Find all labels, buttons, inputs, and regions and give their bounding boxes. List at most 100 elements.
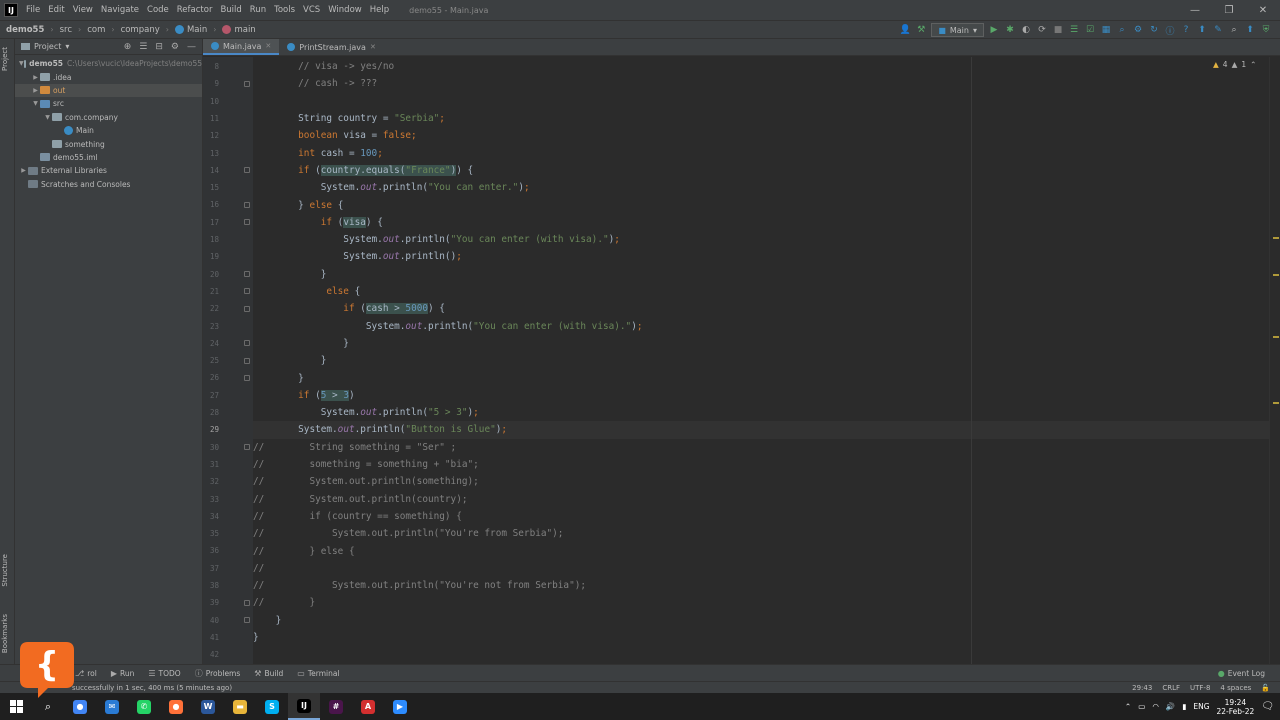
line-number[interactable]: 13 <box>203 145 219 162</box>
line-number[interactable]: 19 <box>203 248 219 265</box>
inspection-widget[interactable]: ▲ 4 ▲ 1 ⌃ <box>1213 60 1256 69</box>
taskbar-app[interactable]: A <box>352 693 384 720</box>
collapse-all-icon[interactable]: ⊟ <box>155 42 163 52</box>
menu-code[interactable]: Code <box>143 5 173 15</box>
checkbox-icon[interactable]: ☑ <box>1084 24 1096 36</box>
code-line[interactable]: // if (country == something) { <box>253 508 462 525</box>
menu-tools[interactable]: Tools <box>270 5 299 15</box>
menu-view[interactable]: View <box>69 5 97 15</box>
taskbar-app[interactable]: IJ <box>288 693 320 720</box>
fold-marker-icon[interactable] <box>244 80 250 87</box>
fold-marker-icon[interactable] <box>244 340 250 347</box>
locate-icon[interactable]: ⊕ <box>124 42 132 52</box>
line-number[interactable]: 21 <box>203 283 219 300</box>
profile-icon[interactable]: ⟳ <box>1036 24 1048 36</box>
code-line[interactable]: // System.out.println(something); <box>253 473 479 490</box>
breadcrumb-main-class[interactable]: Main <box>174 25 207 35</box>
line-number[interactable]: 24 <box>203 335 219 352</box>
line-number[interactable]: 37 <box>203 560 219 577</box>
search-icon[interactable]: ⌕ <box>1228 24 1240 36</box>
line-number[interactable]: 20 <box>203 266 219 283</box>
run-icon[interactable]: ▶ <box>988 24 1000 36</box>
expand-all-icon[interactable]: ☰ <box>139 42 147 52</box>
breadcrumb-com[interactable]: com <box>87 25 105 35</box>
line-number[interactable]: 10 <box>203 93 219 110</box>
collapsed-arrow-icon[interactable]: ▶ <box>31 74 40 81</box>
fold-marker-icon[interactable] <box>244 374 250 381</box>
event-log-button[interactable]: ● Event Log <box>1211 669 1272 678</box>
battery-icon[interactable]: ▮ <box>1182 702 1186 711</box>
lock-icon[interactable]: 🔓 <box>1261 684 1270 692</box>
breadcrumb-company[interactable]: company <box>121 25 160 35</box>
line-number[interactable]: 29 <box>203 421 219 438</box>
volume-icon[interactable]: 🔊 <box>1166 702 1175 711</box>
menu-vcs[interactable]: VCS <box>299 5 324 15</box>
line-number[interactable]: 27 <box>203 387 219 404</box>
debug-icon[interactable]: ✱ <box>1004 24 1016 36</box>
network-icon[interactable]: ▭ <box>1138 702 1145 711</box>
line-number[interactable]: 36 <box>203 542 219 559</box>
taskbar-app[interactable]: ▶ <box>384 693 416 720</box>
code-line[interactable]: // System.out.println("You're not from S… <box>253 577 586 594</box>
line-number[interactable]: 16 <box>203 196 219 213</box>
tree-item[interactable]: ▼ demo55 C:\Users\vucic\IdeaProjects\demo5… <box>15 57 202 70</box>
caret-position[interactable]: 29:43 <box>1132 684 1152 692</box>
settings-icon[interactable]: ⚙ <box>1132 24 1144 36</box>
fold-marker-icon[interactable] <box>244 167 250 174</box>
menu-navigate[interactable]: Navigate <box>97 5 143 15</box>
fold-marker-icon[interactable] <box>244 288 250 295</box>
code-line[interactable]: System. out .println("You can enter."); <box>253 179 530 196</box>
editor-gutter[interactable]: 8 9 10 11 12 13 14 15 16 17 18 19 20 21 22 23 24 25 26 27 28… <box>203 57 265 664</box>
code-line[interactable]: System. out .println("You can enter (with … <box>253 318 643 335</box>
structure-tool-tab[interactable]: Structure <box>1 554 9 587</box>
search-everywhere-icon[interactable]: ⌕ <box>1116 24 1128 36</box>
build-hammer-icon[interactable]: ⚒ <box>915 24 927 36</box>
menu-run[interactable]: Run <box>246 5 270 15</box>
line-number[interactable]: 25 <box>203 352 219 369</box>
line-number[interactable]: 35 <box>203 525 219 542</box>
coverage-icon[interactable]: ◐ <box>1020 24 1032 36</box>
tree-item[interactable]: ▶ External Libraries <box>15 164 202 177</box>
line-number[interactable]: 38 <box>203 577 219 594</box>
sync-icon[interactable]: ↻ <box>1148 24 1160 36</box>
user-icon[interactable]: 👤 <box>899 24 911 36</box>
tool-tab-problems[interactable]: ⓘ Problems <box>188 668 248 679</box>
language-indicator[interactable]: ENG <box>1193 702 1209 711</box>
fold-marker-icon[interactable] <box>244 305 250 312</box>
code-line[interactable]: // System.out.println(country); <box>253 491 467 508</box>
chevron-up-icon[interactable]: ⌃ <box>1125 702 1131 711</box>
code-line[interactable]: System. out .println("You can enter (with … <box>253 231 620 248</box>
taskbar-app[interactable]: W <box>192 693 224 720</box>
code-line[interactable]: System. out .println("Button is Glue"); <box>253 421 507 438</box>
plugin-icon[interactable]: ✎ <box>1212 24 1224 36</box>
code-line[interactable]: // System.out.println("You're from Serbi… <box>253 525 563 542</box>
code-line[interactable]: // String something = "Ser" ; <box>253 439 456 456</box>
notifications-icon[interactable]: 🗨 <box>1261 701 1274 712</box>
tree-item[interactable]: ▶ .idea <box>15 70 202 83</box>
stripe-mark[interactable] <box>1273 237 1279 239</box>
code-line[interactable]: int cash = 100; <box>253 145 383 162</box>
tab-printstream-java[interactable]: PrintStream.java ✕ <box>279 39 384 55</box>
code-line[interactable]: if (cash > 5000) { <box>253 300 445 317</box>
fold-marker-icon[interactable] <box>244 357 250 364</box>
tree-item[interactable]: ▼ com.company <box>15 111 202 124</box>
line-number[interactable]: 31 <box>203 456 219 473</box>
line-number[interactable]: 14 <box>203 162 219 179</box>
breadcrumb-src[interactable]: src <box>60 25 72 35</box>
line-number[interactable]: 30 <box>203 439 219 456</box>
help-icon[interactable]: ? <box>1180 24 1192 36</box>
tool-tab-build[interactable]: ⚒ Build <box>247 668 290 679</box>
line-number[interactable]: 11 <box>203 110 219 127</box>
tab-main-java[interactable]: Main.java ✕ <box>203 39 280 55</box>
line-number[interactable]: 33 <box>203 491 219 508</box>
menu-window[interactable]: Window <box>324 5 366 15</box>
code-line[interactable]: else { <box>253 283 360 300</box>
breadcrumb-project[interactable]: demo55 <box>6 25 44 35</box>
code-line[interactable]: String country = "Serbia"; <box>253 110 445 127</box>
code-line[interactable]: // visa -> yes/no <box>253 58 394 75</box>
gear-icon[interactable]: ⚙ <box>171 42 179 52</box>
taskbar-app[interactable]: ● <box>160 693 192 720</box>
status-message[interactable]: successfully in 1 sec, 400 ms (5 minutes… <box>72 684 232 692</box>
line-number[interactable]: 32 <box>203 473 219 490</box>
line-number[interactable]: 9 <box>203 75 219 92</box>
